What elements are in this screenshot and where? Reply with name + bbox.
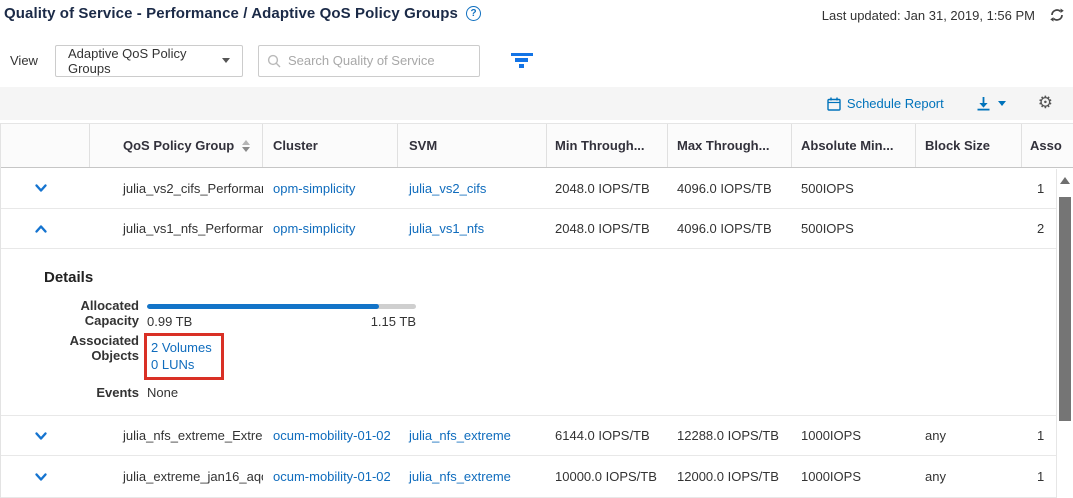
max-throughput-value: 12000.0 IOPS/TB: [668, 469, 792, 484]
search-icon: [267, 54, 281, 68]
column-header-block-size[interactable]: Block Size: [916, 124, 1022, 167]
block-size-value: any: [916, 469, 1022, 484]
events-row: Events None: [31, 385, 1073, 400]
calendar-icon: [827, 97, 841, 111]
cluster-link[interactable]: opm-simplicity: [273, 181, 355, 196]
filter-icon[interactable]: [507, 49, 537, 72]
view-label: View: [10, 53, 38, 68]
qos-policy-group-name: julia_vs1_nfs_Performance: [90, 221, 263, 236]
download-button[interactable]: [976, 96, 1006, 111]
column-header-min-throughput[interactable]: Min Through...: [547, 124, 668, 167]
associated-objects-label: Associated Objects: [31, 333, 139, 363]
column-header-svm[interactable]: SVM: [398, 124, 547, 167]
associated-objects-row: Associated Objects 2 Volumes 0 LUNs: [31, 333, 1073, 380]
settings-gear-icon[interactable]: ⚙: [1038, 95, 1053, 112]
svm-link[interactable]: julia_nfs_extreme: [409, 428, 511, 443]
column-header-cluster[interactable]: Cluster: [263, 124, 398, 167]
expand-column-header: [1, 124, 90, 167]
absolute-min-value: 500IOPS: [792, 181, 916, 196]
qos-policy-group-name: julia_vs2_cifs_Performance: [90, 181, 263, 196]
min-throughput-value: 2048.0 IOPS/TB: [547, 181, 668, 196]
allocated-total-value: 1.15 TB: [371, 314, 416, 329]
search-box: [258, 45, 480, 77]
absolute-min-value: 500IOPS: [792, 221, 916, 236]
vertical-scrollbar[interactable]: [1056, 169, 1073, 498]
svm-link[interactable]: julia_vs1_nfs: [409, 221, 484, 236]
column-header-qos-policy-group[interactable]: QoS Policy Group: [90, 124, 263, 167]
scroll-up-arrow-icon[interactable]: [1060, 177, 1070, 184]
refresh-icon[interactable]: [1049, 7, 1065, 23]
table-header-row: QoS Policy Group Cluster SVM Min Through…: [1, 124, 1073, 168]
page-title: Quality of Service - Performance / Adapt…: [4, 5, 458, 22]
absolute-min-value: 1000IOPS: [792, 428, 916, 443]
help-icon[interactable]: ?: [466, 6, 481, 21]
expand-chevron-down-icon[interactable]: [33, 428, 49, 444]
chevron-down-icon: [222, 58, 230, 63]
events-value: None: [147, 385, 178, 400]
last-updated-text: Last updated: Jan 31, 2019, 1:56 PM: [822, 8, 1035, 23]
sort-icon[interactable]: [242, 140, 250, 152]
allocated-capacity-fill: [147, 304, 379, 309]
allocated-capacity-label: Allocated Capacity: [31, 298, 139, 328]
scrollbar-thumb[interactable]: [1059, 197, 1071, 421]
events-label: Events: [31, 385, 139, 400]
max-throughput-value: 4096.0 IOPS/TB: [668, 181, 792, 196]
expand-chevron-down-icon[interactable]: [33, 469, 49, 485]
absolute-min-value: 1000IOPS: [792, 469, 916, 484]
min-throughput-value: 10000.0 IOPS/TB: [547, 469, 668, 484]
chevron-down-icon: [998, 101, 1006, 106]
cluster-link[interactable]: opm-simplicity: [273, 221, 355, 236]
table-toolbar: Schedule Report ⚙: [0, 87, 1073, 120]
expand-chevron-down-icon[interactable]: [33, 180, 49, 196]
annotation-highlight-box: 2 Volumes 0 LUNs: [144, 333, 224, 380]
block-size-value: any: [916, 428, 1022, 443]
column-header-max-throughput[interactable]: Max Through...: [668, 124, 792, 167]
view-dropdown-value: Adaptive QoS Policy Groups: [68, 46, 222, 76]
schedule-report-label: Schedule Report: [847, 96, 944, 111]
view-dropdown[interactable]: Adaptive QoS Policy Groups: [55, 45, 243, 77]
min-throughput-value: 6144.0 IOPS/TB: [547, 428, 668, 443]
min-throughput-value: 2048.0 IOPS/TB: [547, 221, 668, 236]
search-input[interactable]: [288, 53, 471, 68]
download-icon: [976, 96, 991, 111]
allocated-capacity-bar: [147, 304, 416, 309]
title-bar: Quality of Service - Performance / Adapt…: [0, 0, 1073, 32]
column-header-absolute-min[interactable]: Absolute Min...: [792, 124, 916, 167]
table-row: julia_vs2_cifs_Performance opm-simplicit…: [1, 168, 1073, 209]
qos-policy-group-name: julia_extreme_jan16_aqos: [90, 469, 263, 484]
row-details-panel: Details Allocated Capacity 0.99 TB 1.15 …: [1, 249, 1073, 416]
cluster-link[interactable]: ocum-mobility-01-02: [273, 428, 391, 443]
schedule-report-button[interactable]: Schedule Report: [827, 96, 944, 111]
column-header-associated[interactable]: Asso: [1022, 124, 1073, 167]
filter-bar: View Adaptive QoS Policy Groups: [10, 44, 1073, 77]
allocated-used-value: 0.99 TB: [147, 314, 192, 329]
max-throughput-value: 4096.0 IOPS/TB: [668, 221, 792, 236]
allocated-capacity-row: Allocated Capacity 0.99 TB 1.15 TB: [31, 298, 1073, 329]
svm-link[interactable]: julia_nfs_extreme: [409, 469, 511, 484]
qos-policy-group-name: julia_nfs_extreme_Extreme_Performance: [90, 428, 263, 443]
table-row: julia_nfs_extreme_Extreme_Performance oc…: [1, 416, 1073, 456]
details-heading: Details: [44, 269, 1073, 286]
table-row: julia_extreme_jan16_aqos ocum-mobility-0…: [1, 456, 1073, 498]
max-throughput-value: 12288.0 IOPS/TB: [668, 428, 792, 443]
cluster-link[interactable]: ocum-mobility-01-02: [273, 469, 391, 484]
svm-link[interactable]: julia_vs2_cifs: [409, 181, 486, 196]
volumes-link[interactable]: 2 Volumes: [151, 339, 212, 356]
table-row: julia_vs1_nfs_Performance opm-simplicity…: [1, 209, 1073, 249]
collapse-chevron-up-icon[interactable]: [33, 221, 49, 237]
luns-link[interactable]: 0 LUNs: [151, 356, 212, 373]
qos-policy-table: QoS Policy Group Cluster SVM Min Through…: [0, 123, 1073, 498]
